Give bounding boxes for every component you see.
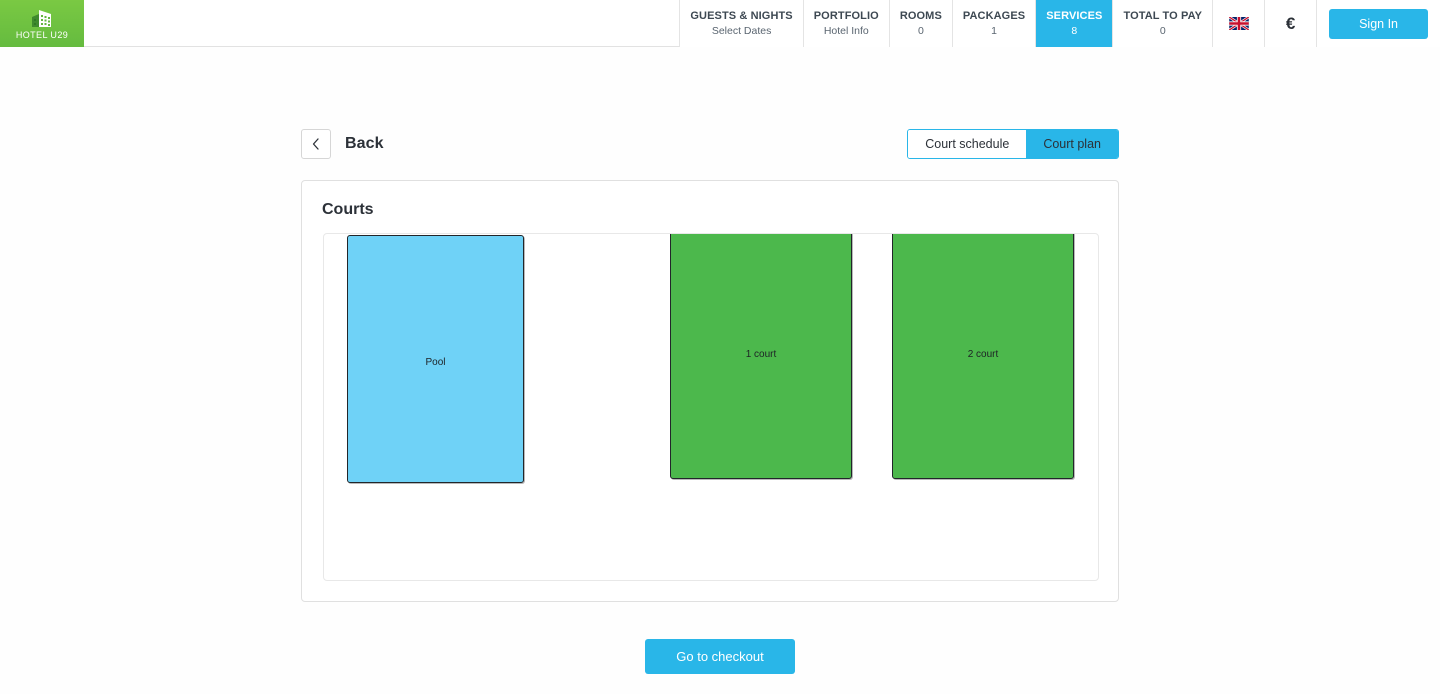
court-plan-shape-1-court[interactable]: 1 court [670, 234, 852, 479]
go-to-checkout-button[interactable]: Go to checkout [645, 639, 795, 674]
courts-card-title: Courts [322, 201, 374, 218]
court-plan-shape-1-court-label: 1 court [745, 349, 777, 360]
tab-court-plan[interactable]: Court plan [1026, 130, 1118, 158]
back-button[interactable] [301, 129, 331, 159]
language-selector[interactable] [1212, 0, 1265, 47]
nav-item-guests-nights[interactable]: GUESTS & NIGHTS Select Dates [679, 0, 803, 47]
nav-item-guests-nights-title: GUESTS & NIGHTS [690, 9, 793, 22]
nav-item-services-value: 8 [1071, 24, 1078, 37]
page-toolbar: Back Court schedule Court plan [301, 129, 1119, 159]
court-plan-shape-pool-label: Pool [425, 357, 446, 368]
nav-item-rooms[interactable]: ROOMS 0 [888, 0, 952, 47]
building-icon [29, 8, 55, 28]
nav-item-packages[interactable]: PACKAGES 1 [951, 0, 1036, 47]
nav-item-total-to-pay-value: 0 [1159, 24, 1166, 37]
header-nav: GUESTS & NIGHTS Select Dates PORTFOLIO H… [679, 0, 1440, 47]
header-spacer [84, 0, 679, 46]
nav-item-services-title: SERVICES [1046, 9, 1103, 22]
app-header: HOTEL U29 GUESTS & NIGHTS Select Dates P… [0, 0, 1440, 47]
nav-item-portfolio-title: PORTFOLIO [813, 9, 879, 22]
euro-icon: € [1285, 13, 1296, 33]
uk-flag-icon [1228, 17, 1249, 30]
nav-item-rooms-title: ROOMS [899, 9, 942, 22]
back-label: Back [345, 135, 384, 152]
view-toggle-group: Court schedule Court plan [907, 129, 1119, 159]
nav-item-services[interactable]: SERVICES 8 [1035, 0, 1113, 47]
nav-item-rooms-value: 0 [917, 24, 924, 37]
nav-item-packages-value: 1 [991, 24, 997, 37]
checkout-container: Go to checkout [0, 639, 1440, 674]
nav-item-guests-nights-value: Select Dates [711, 24, 772, 37]
nav-item-portfolio-value: Hotel Info [823, 24, 869, 37]
hotel-logo-label: HOTEL U29 [15, 29, 69, 40]
page-body: Back Court schedule Court plan Courts Po… [0, 47, 1440, 694]
chevron-left-icon [312, 138, 320, 150]
court-plan-shape-2-court[interactable]: 2 court [892, 234, 1074, 479]
sign-in-container: Sign In [1316, 0, 1440, 47]
nav-item-total-to-pay-title: TOTAL TO PAY [1123, 9, 1203, 22]
tab-court-schedule[interactable]: Court schedule [908, 130, 1027, 158]
court-plan-shape-2-court-label: 2 court [967, 349, 999, 360]
hotel-logo[interactable]: HOTEL U29 [0, 0, 84, 47]
court-plan-shape-pool[interactable]: Pool [347, 235, 524, 483]
court-plan-canvas[interactable]: Pool 1 court 2 court [323, 233, 1099, 581]
nav-item-packages-title: PACKAGES [962, 9, 1026, 22]
currency-selector[interactable]: € [1264, 0, 1317, 47]
nav-item-portfolio[interactable]: PORTFOLIO Hotel Info [802, 0, 889, 47]
sign-in-button[interactable]: Sign In [1329, 8, 1428, 39]
courts-card: Courts Pool 1 court 2 court [301, 180, 1119, 602]
back-navigation: Back [301, 129, 384, 159]
nav-item-total-to-pay[interactable]: TOTAL TO PAY 0 [1112, 0, 1213, 47]
